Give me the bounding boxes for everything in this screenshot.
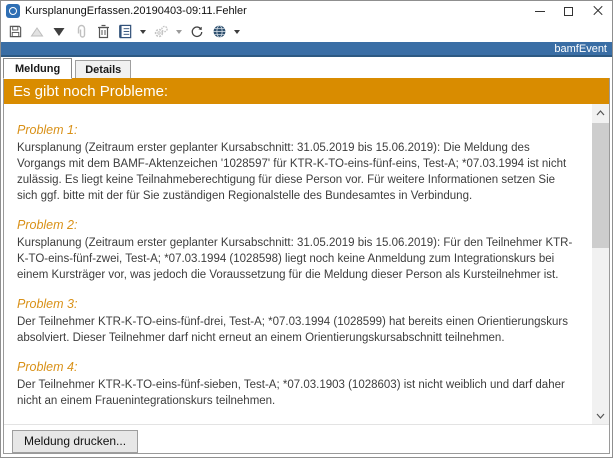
problem-text: Kursplanung (Zeitraum erster geplanter K…: [17, 235, 577, 283]
refresh-icon: [190, 25, 204, 39]
scrollbar-thumb[interactable]: [592, 123, 609, 248]
tab-meldung[interactable]: Meldung: [3, 58, 72, 79]
maximize-button[interactable]: [554, 1, 583, 21]
settings-button[interactable]: [150, 22, 172, 41]
message-content: Problem 1: Kursplanung (Zeitraum erster …: [4, 104, 609, 424]
tab-page: Es gibt noch Probleme: Problem 1: Kurspl…: [3, 77, 610, 454]
problem-item: Problem 2: Kursplanung (Zeitraum erster …: [17, 218, 577, 283]
problem-item: Problem 4: Der Teilnehmer KTR-K-TO-eins-…: [17, 360, 577, 409]
minimize-button[interactable]: [525, 1, 554, 21]
error-banner: Es gibt noch Probleme:: [4, 78, 609, 104]
scroll-up-button[interactable]: [592, 104, 609, 121]
close-icon: [593, 6, 603, 16]
tab-details-label: Details: [85, 64, 121, 76]
app-window: KursplanungErfassen.20190403-09:11.Fehle…: [0, 0, 613, 458]
app-bar-label: bamfEvent: [554, 43, 607, 55]
close-button[interactable]: [583, 1, 612, 21]
word-export-icon: [118, 24, 133, 39]
problem-text: Der Teilnehmer KTR-K-TO-eins-fünf-sieben…: [17, 377, 577, 409]
problem-heading: Problem 1:: [17, 123, 577, 137]
word-export-button[interactable]: [114, 22, 136, 41]
refresh-button[interactable]: [186, 22, 208, 41]
app-icon: [6, 4, 20, 18]
scroll-down-button[interactable]: [592, 407, 609, 424]
title-bar: KursplanungErfassen.20190403-09:11.Fehle…: [1, 1, 612, 21]
settings-gear-icon: [153, 25, 169, 39]
problem-heading: Problem 3:: [17, 297, 577, 311]
attachment-icon: [74, 24, 88, 39]
web-button[interactable]: [208, 22, 230, 41]
app-bar: bamfEvent: [1, 42, 612, 57]
save-icon: [8, 24, 23, 39]
save-button[interactable]: [4, 22, 26, 41]
problem-heading: Problem 2:: [17, 218, 577, 232]
vertical-scrollbar[interactable]: [592, 104, 609, 424]
window-controls: [525, 1, 612, 21]
tab-strip: Meldung Details: [1, 57, 612, 78]
settings-dropdown[interactable]: [176, 30, 182, 34]
problem-text: Kursplanung (Zeitraum erster geplanter K…: [17, 140, 577, 204]
minimize-icon: [535, 11, 545, 12]
maximize-icon: [564, 7, 573, 16]
problem-item: Problem 1: Kursplanung (Zeitraum erster …: [17, 123, 577, 204]
move-down-icon: [52, 26, 66, 38]
problem-heading: Problem 4:: [17, 360, 577, 374]
chevron-up-icon: [596, 110, 605, 116]
problem-item: Problem 3: Der Teilnehmer KTR-K-TO-eins-…: [17, 297, 577, 346]
web-dropdown[interactable]: [234, 30, 240, 34]
delete-icon: [97, 24, 110, 39]
delete-button[interactable]: [92, 22, 114, 41]
tab-details[interactable]: Details: [75, 60, 131, 78]
move-up-icon: [30, 26, 44, 38]
word-export-dropdown[interactable]: [140, 30, 146, 34]
footer-bar: Meldung drucken...: [4, 424, 609, 453]
web-icon: [212, 24, 227, 39]
app-icon-glyph: [9, 7, 17, 15]
toolbar: [1, 21, 612, 42]
print-message-button[interactable]: Meldung drucken...: [12, 430, 138, 453]
move-up-button[interactable]: [26, 22, 48, 41]
attachment-button[interactable]: [70, 22, 92, 41]
problem-list: Problem 1: Kursplanung (Zeitraum erster …: [4, 104, 609, 424]
tab-meldung-label: Meldung: [15, 63, 60, 75]
problem-text: Der Teilnehmer KTR-K-TO-eins-fünf-drei, …: [17, 314, 577, 346]
chevron-down-icon: [596, 413, 605, 419]
error-banner-title: Es gibt noch Probleme:: [13, 83, 168, 100]
window-title: KursplanungErfassen.20190403-09:11.Fehle…: [25, 5, 247, 17]
move-down-button[interactable]: [48, 22, 70, 41]
